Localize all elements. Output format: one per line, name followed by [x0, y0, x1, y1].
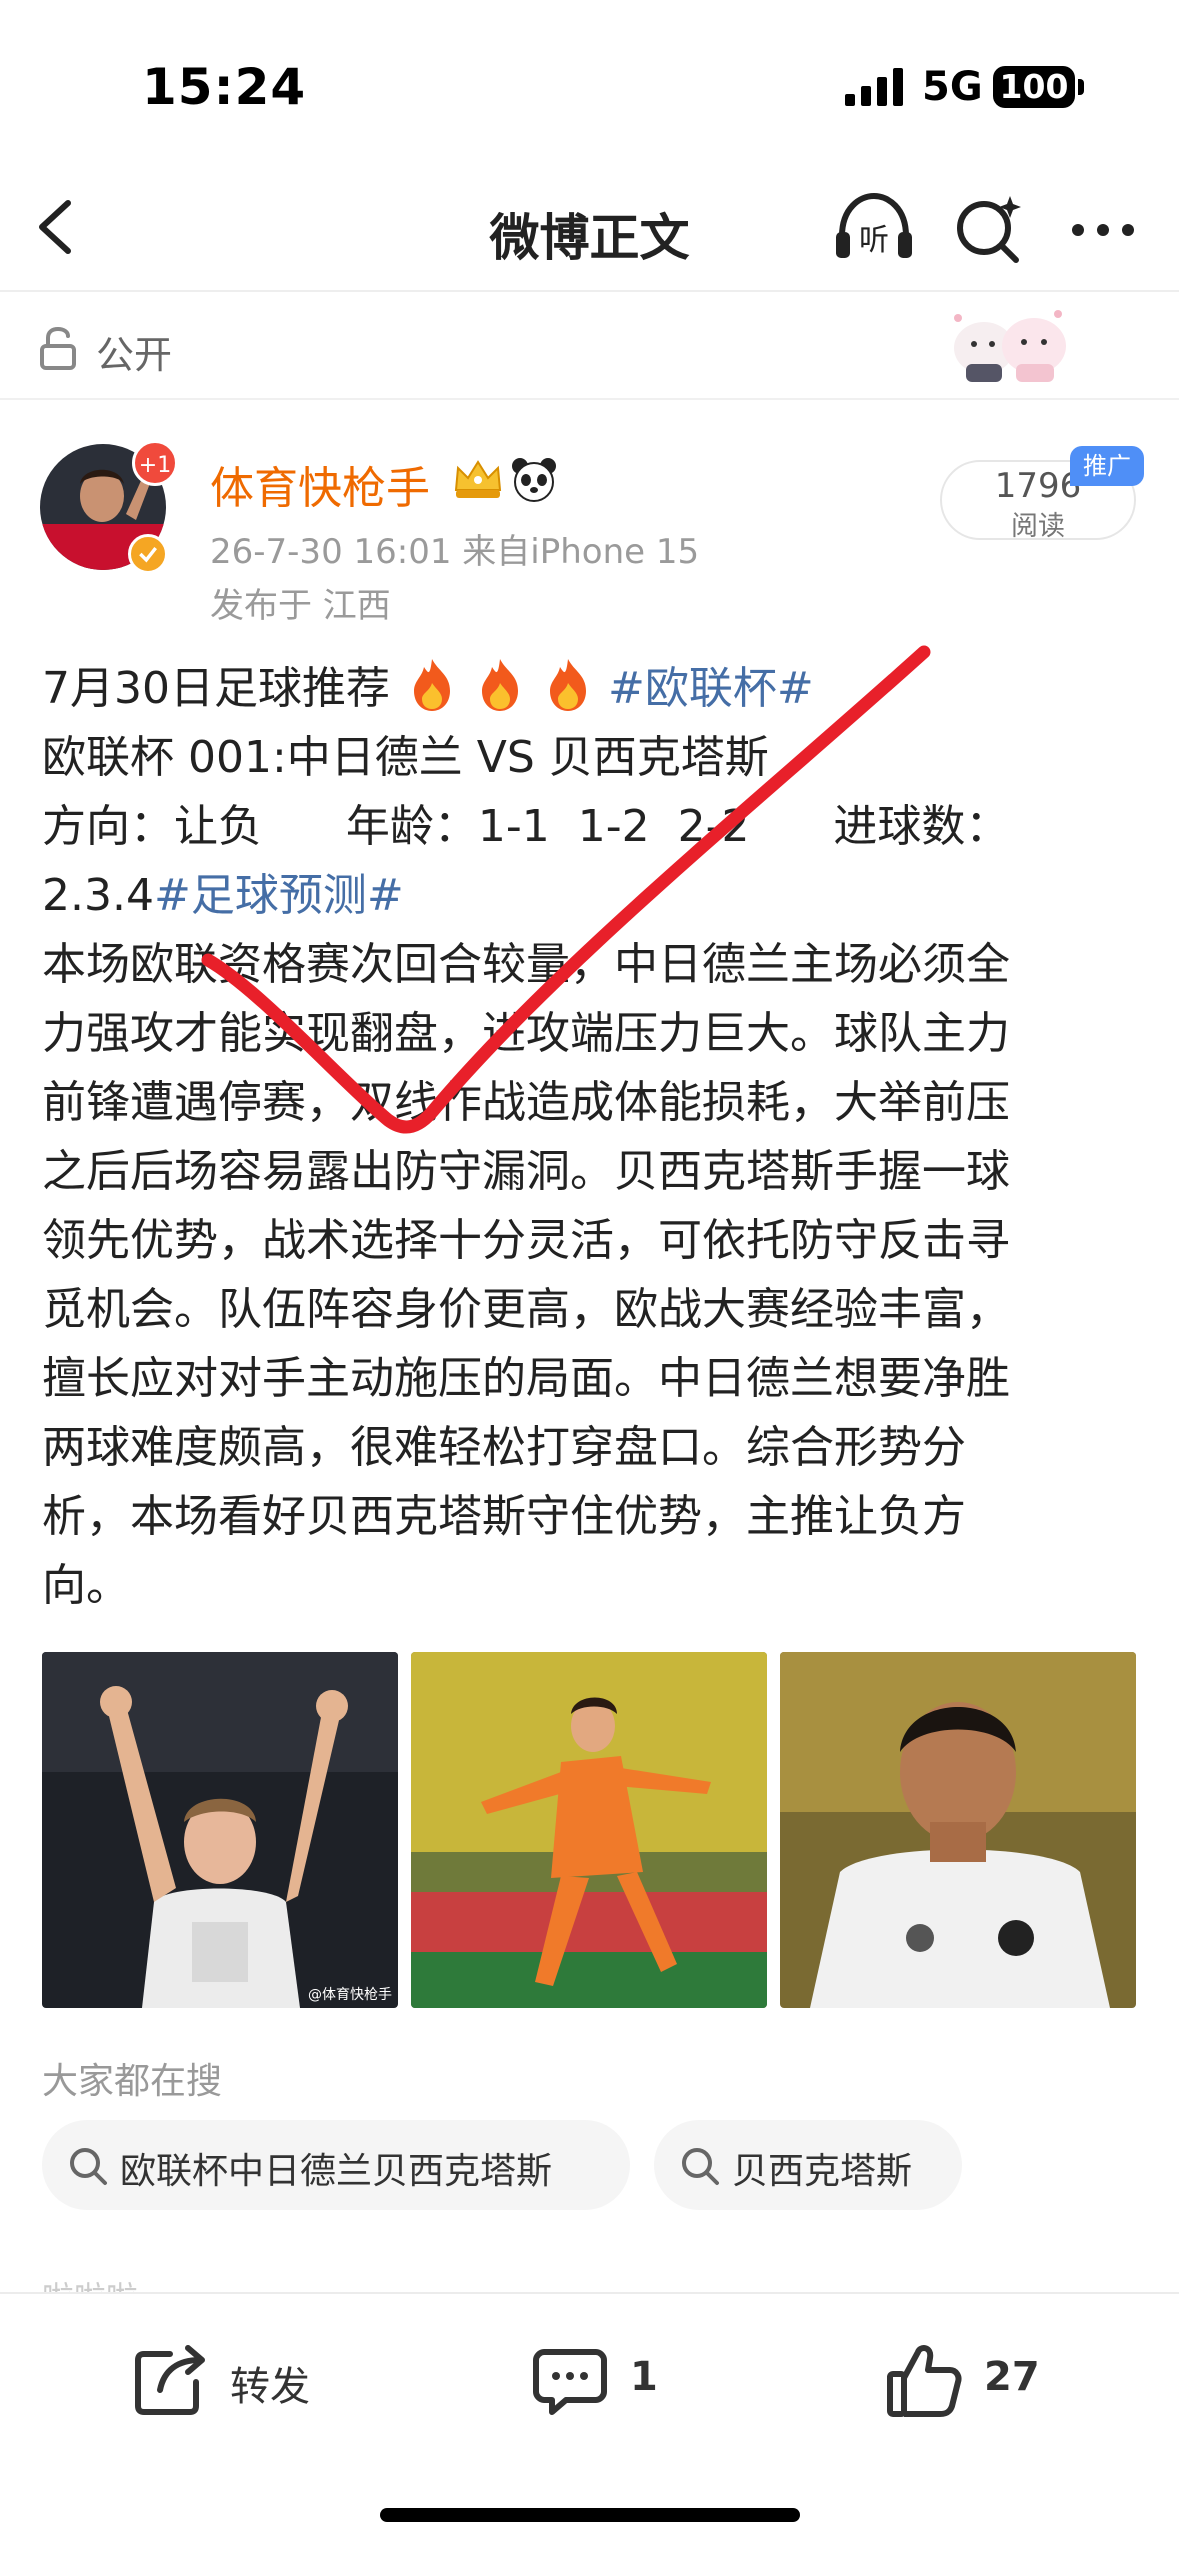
repost-label: 转发 — [230, 2364, 310, 2410]
post-paragraph-line: 向。 — [42, 1560, 130, 1611]
panda-icon — [512, 458, 556, 502]
read-label: 阅读 — [1011, 511, 1065, 542]
next-section-title: 啦啦啦 — [42, 2270, 162, 2294]
fire-emoji-icon — [549, 659, 586, 711]
comment-button[interactable]: 1 — [530, 2334, 730, 2424]
post-paragraph-line: 领先优势，战术选择十分灵活，可依托防守反击寻 — [42, 1215, 1010, 1266]
visibility-label: 公开 — [96, 333, 173, 377]
post-paragraph-line: 觅机会。队伍阵容身价更高，欧战大赛经验丰富， — [42, 1284, 1010, 1335]
fire-emoji-icon — [413, 659, 450, 711]
nav-bar: 微博正文 听 — [0, 160, 1179, 292]
post-location: 发布于 江西 — [210, 586, 391, 626]
photo-1-image — [42, 1652, 398, 2008]
verified-icon — [128, 534, 168, 574]
post-body: 7月30日足球推荐 #欧联杯# 欧联杯 001:中日德兰 VS 贝西克塔斯 方向… — [42, 654, 1152, 1620]
photo-2-image — [411, 1652, 767, 2008]
post-paragraph-line: 之后后场容易露出防守漏洞。贝西克塔斯手握一球 — [42, 1146, 1010, 1197]
trending-search-title: 大家都在搜 — [42, 2061, 223, 2102]
battery-tip — [1078, 79, 1084, 95]
post-paragraph-line: 两球难度颇高，很难轻松打穿盘口。综合形势分 — [42, 1422, 966, 1473]
listen-icon[interactable]: 听 — [832, 190, 916, 266]
like-count: 27 — [984, 2354, 1040, 2400]
repost-icon — [135, 2345, 205, 2415]
search-icon[interactable] — [952, 192, 1024, 264]
post-paragraph-line: 前锋遭遇停赛，双线作战造成体能损耗，大举前压 — [42, 1077, 1010, 1128]
search-chip-label: 贝西克塔斯 — [732, 2151, 913, 2192]
post-paragraph-line: 析，本场看好贝西克塔斯守住优势，主推让负方 — [42, 1491, 966, 1542]
bottom-action-bar: 转发 1 27 — [0, 2292, 1179, 2556]
lock-icon — [40, 326, 76, 370]
battery-icon: 100 — [993, 66, 1075, 108]
post-line-2: 欧联杯 001:中日德兰 VS 贝西克塔斯 — [42, 732, 769, 783]
search-chip-label: 欧联杯中日德兰贝西克塔斯 — [120, 2151, 553, 2192]
more-icon[interactable] — [1068, 218, 1138, 242]
signal-icon — [845, 68, 903, 106]
post-photo-2[interactable] — [411, 1652, 767, 2008]
repost-button[interactable]: 转发 — [130, 2334, 390, 2424]
search-icon — [682, 2148, 719, 2185]
fire-emoji-icon — [481, 659, 518, 711]
network-type: 5G — [922, 64, 983, 110]
listen-icon-label: 听 — [859, 223, 889, 258]
post-paragraph-line: 力强攻才能实现翻盘，进攻端压力巨大。球队主力 — [42, 1008, 1010, 1059]
avatar-badge: +1 — [132, 440, 178, 486]
thumbs-up-icon — [887, 2345, 962, 2417]
sticker-decoration — [954, 310, 1066, 382]
post-paragraph-line: 擅长应对对手主动施压的局面。中日德兰想要净胜 — [42, 1353, 1010, 1404]
photo-watermark: @体育快枪手 — [308, 1987, 392, 2003]
post-line-3: 方向：让负 年龄：1-1 1-2 2-2 进球数： — [42, 801, 1010, 852]
status-bar: 15:24 5G 100 — [0, 0, 1179, 160]
post-paragraph-line: 本场欧联资格赛次回合较量，中日德兰主场必须全 — [42, 939, 1010, 990]
comment-count: 1 — [630, 2354, 658, 2400]
promo-tag[interactable]: 推广 — [1070, 446, 1144, 486]
visibility-row: 公开 — [0, 294, 1179, 400]
comment-icon — [533, 2349, 607, 2415]
post-photo-1[interactable]: @体育快枪手 — [42, 1652, 398, 2008]
post-line-4: 2.3.4#足球预测# — [42, 861, 1152, 930]
crown-icon — [454, 460, 502, 498]
photo-3-image — [780, 1652, 1136, 2008]
search-chip[interactable]: 贝西克塔斯 — [654, 2120, 962, 2210]
hashtag-link[interactable]: #欧联杯# — [608, 663, 814, 714]
post-photo-3[interactable] — [780, 1652, 1136, 2008]
author-name[interactable]: 体育快枪手 — [210, 452, 430, 516]
status-time: 15:24 — [142, 58, 307, 116]
search-icon — [70, 2148, 107, 2185]
post-line-4-text: 2.3.4 — [42, 870, 154, 921]
post-meta: 26-7-30 16:01 来自iPhone 15 — [210, 532, 700, 572]
hashtag-link[interactable]: #足球预测# — [154, 870, 404, 921]
post-line-1-text: 7月30日足球推荐 — [42, 663, 390, 714]
post-line-1: 7月30日足球推荐 #欧联杯# — [42, 654, 1152, 723]
search-chip[interactable]: 欧联杯中日德兰贝西克塔斯 — [42, 2120, 630, 2210]
home-indicator[interactable] — [380, 2508, 800, 2522]
like-button[interactable]: 27 — [884, 2334, 1084, 2424]
